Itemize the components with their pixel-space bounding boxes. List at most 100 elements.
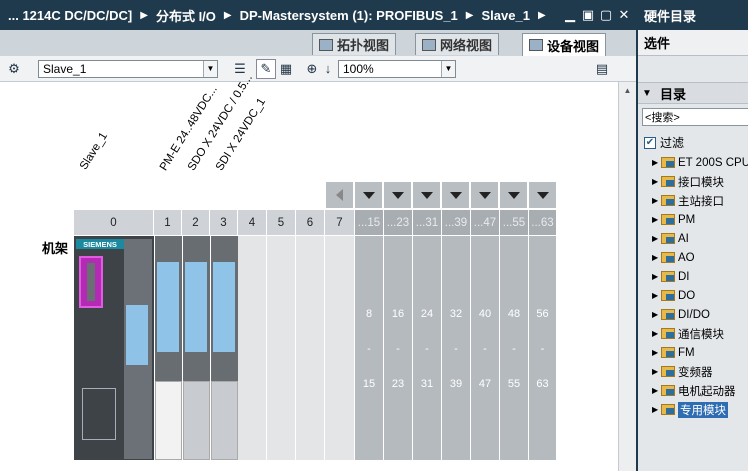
expand-icon[interactable]: ▶ [652,215,658,224]
tree-item[interactable]: ▶ 主站接口 [652,191,748,210]
expand-slot-icon[interactable] [529,182,556,208]
folder-icon [661,233,675,244]
scroll-up-icon[interactable]: ▲ [619,82,636,98]
chevron-down-icon[interactable]: ▼ [642,88,656,99]
breadcrumb-item[interactable]: 分布式 I/O [152,6,220,25]
editor-titlebar: ... 1214C DC/DC/DC] ▶ 分布式 I/O ▶ DP-Maste… [0,0,636,30]
tree-item[interactable]: ▶ DI [652,267,748,286]
slot-header: 5 [267,210,296,235]
expand-icon[interactable]: ▶ [652,196,658,205]
options-section[interactable]: 选件 [638,30,748,56]
tree-item[interactable]: ▶ AO [652,248,748,267]
expand-icon[interactable]: ▶ [652,329,658,338]
expand-slot-icon[interactable] [500,182,527,208]
expand-icon[interactable]: ▶ [652,158,658,167]
checkbox-checked-icon[interactable]: ✔ [644,136,656,149]
zoom-select[interactable]: 100% ▼ [338,59,456,78]
tree-item[interactable]: ▶ DI/DO [652,305,748,324]
group-end: 39 [449,378,463,390]
tab-network-view[interactable]: 网络视图 [415,33,500,55]
expand-icon[interactable]: ▶ [652,367,658,376]
expand-icon[interactable]: ▶ [652,386,658,395]
terminal-block-icon [211,381,238,460]
draw-mode-icon[interactable]: ✎ [256,58,276,79]
expand-slot-icon[interactable] [355,182,382,208]
expand-slot-icon[interactable] [471,182,498,208]
maximize-icon[interactable]: ▢ [598,7,614,23]
slot-group[interactable]: 56 - 63 [529,236,557,460]
slot-group[interactable]: 48 - 55 [500,236,529,460]
group-end: 63 [536,378,549,390]
module-pm-e[interactable] [155,236,182,460]
chevron-down-icon[interactable]: ▼ [203,60,217,77]
breadcrumb-separator-icon: ▶ [223,9,232,21]
module-sdo[interactable] [183,236,210,460]
zoom-arrow-icon[interactable]: ↓ [322,59,334,79]
panel-toggle-icon[interactable]: ▤ [592,59,612,79]
tree-item[interactable]: ▶ DO [652,286,748,305]
breadcrumb-item[interactable]: Slave_1 [478,8,534,23]
slot-header: 7 [325,210,355,235]
tree-item[interactable]: ▶ AI [652,229,748,248]
expand-icon[interactable]: ▶ [652,234,658,243]
tree-item[interactable]: ▶ 接口模块 [652,172,748,191]
module-sdi[interactable] [211,236,238,460]
empty-slot[interactable] [267,236,296,460]
tab-label: 拓扑视图 [337,38,390,53]
slot-group[interactable]: 8 - 15 [355,236,384,460]
slot-group-header: ...55 [500,210,529,235]
scroll-left-icon[interactable] [326,182,353,208]
breadcrumb-separator-icon: ▶ [465,9,474,21]
tab-topology-view[interactable]: 拓扑视图 [312,33,397,55]
terminal-block-icon [183,381,210,460]
expand-slot-icon[interactable] [442,182,469,208]
interface-module[interactable]: SIEMENS [74,236,154,460]
expand-icon[interactable]: ▶ [652,310,658,319]
expand-icon[interactable]: ▶ [652,348,658,357]
expand-icon[interactable]: ▶ [652,253,658,262]
expand-icon[interactable]: ▶ [652,177,658,186]
empty-slot[interactable] [238,236,267,460]
zoom-in-icon[interactable]: ⊕ [302,59,322,79]
catalog-section-header[interactable]: ▼ 目录 [638,82,748,104]
grid-icon[interactable]: ▦ [276,59,296,79]
slot-group[interactable]: 40 - 47 [471,236,500,460]
slot-header: 0 [74,210,154,235]
slot-group[interactable]: 24 - 31 [413,236,442,460]
expand-slot-icon[interactable] [384,182,411,208]
empty-slot[interactable] [296,236,325,460]
tree-item[interactable]: ▶ 通信模块 [652,324,748,343]
folder-icon [661,195,675,206]
tree-item-selected[interactable]: ▶ 专用模块 [652,400,748,419]
tree-item[interactable]: ▶ 变频器 [652,362,748,381]
catalog-search-input[interactable]: <搜索> [642,108,748,126]
filter-toggle[interactable]: ✔ 过滤 [644,134,684,151]
tree-item[interactable]: ▶ FM [652,343,748,362]
group-end: 55 [507,378,521,390]
expand-icon[interactable]: ▶ [652,291,658,300]
breadcrumb-item[interactable]: DP-Mastersystem (1): PROFIBUS_1 [236,8,462,23]
breadcrumb-item[interactable]: ... 1214C DC/DC/DC] [4,8,136,23]
expand-slot-icon[interactable] [413,182,440,208]
folder-icon [661,328,675,339]
expand-icon[interactable]: ▶ [652,272,658,281]
slot-group[interactable]: 32 - 39 [442,236,471,460]
expand-icon[interactable]: ▶ [652,405,658,414]
restore-icon[interactable]: ▣ [580,7,596,23]
folder-icon [661,290,675,301]
vertical-scrollbar[interactable]: ▲ [618,82,636,471]
hardware-catalog-panel: 硬件目录 选件 ▼ 目录 <搜索> ✔ 过滤 ▶ ET 200S CPU ▶ 接口模… [636,0,748,471]
folder-icon [661,176,675,187]
tree-item[interactable]: ▶ PM [652,210,748,229]
network-device-icon[interactable]: ⚙ [4,59,24,79]
group-dash: - [367,343,371,355]
minimize-icon[interactable]: ▁ [562,7,578,23]
slot-group[interactable]: 16 - 23 [384,236,413,460]
chevron-down-icon[interactable]: ▼ [441,60,455,77]
device-select[interactable]: Slave_1 ▼ [38,59,218,78]
tree-item[interactable]: ▶ ET 200S CPU [652,153,748,172]
empty-slot[interactable] [325,236,355,460]
close-icon[interactable]: ✕ [616,7,632,23]
tab-device-view[interactable]: 设备视图 [522,33,607,56]
tree-item[interactable]: ▶ 电机起动器 [652,381,748,400]
